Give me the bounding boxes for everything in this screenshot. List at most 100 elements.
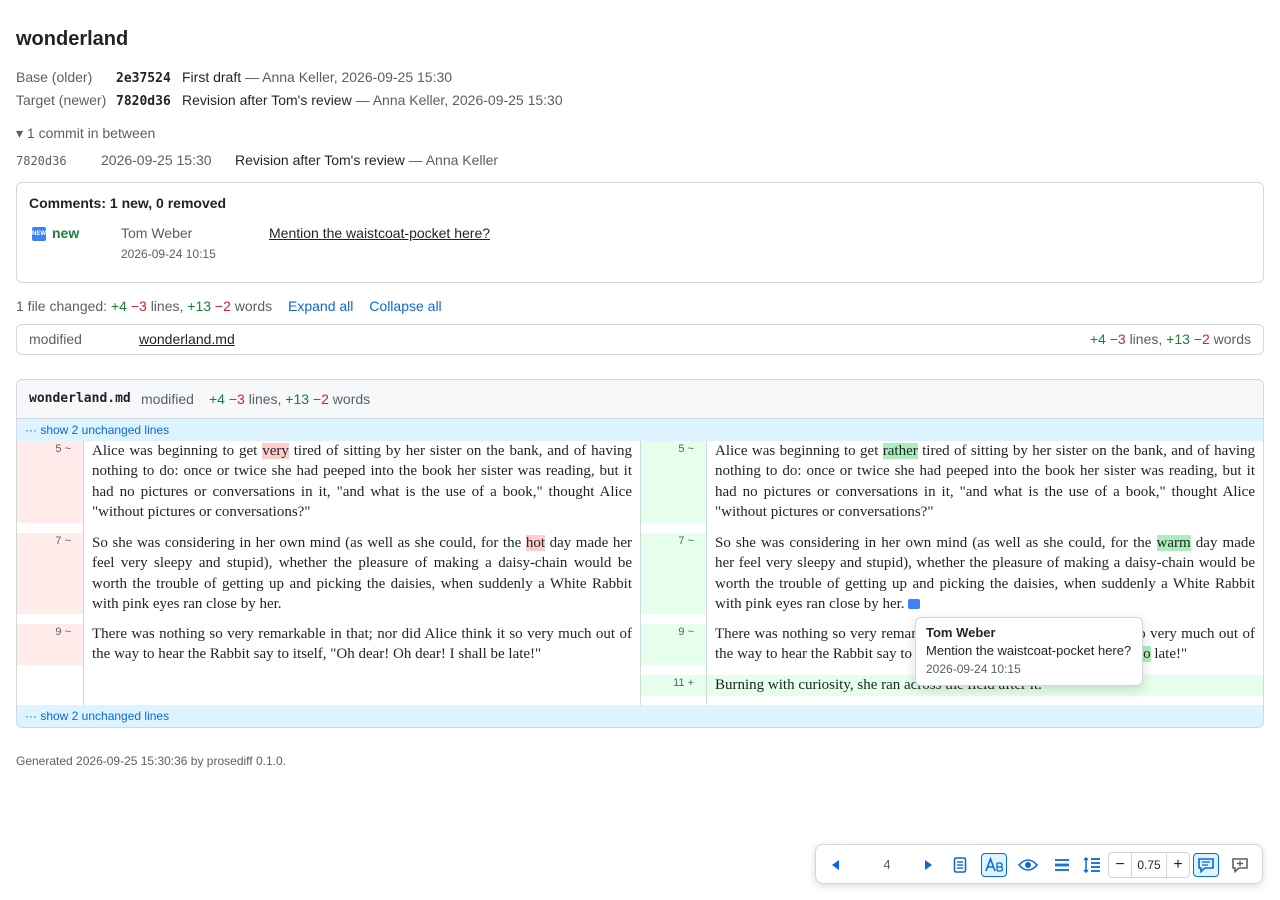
- comment-add-icon[interactable]: [1227, 853, 1253, 877]
- diff-lines-word: lines,: [248, 391, 282, 407]
- zoom-in-button[interactable]: +: [1167, 853, 1189, 877]
- between-author: — Anna Keller: [408, 152, 499, 168]
- comment-icon[interactable]: [1193, 853, 1219, 877]
- comment-link[interactable]: Mention the waistcoat-pocket here?: [269, 225, 490, 241]
- left-line-number: 5 ~: [17, 441, 83, 523]
- tooltip-author: Tom Weber: [926, 625, 996, 640]
- show-unchanged-bottom[interactable]: ··· show 2 unchanged lines: [17, 705, 1263, 727]
- diff-words-word: words: [332, 391, 371, 407]
- left-paragraph: Alice was beginning to get very tired of…: [92, 441, 632, 522]
- document-icon[interactable]: [947, 853, 973, 877]
- diff-words-add: +13: [285, 391, 310, 407]
- left-text: So she was considering in her own mind (…: [92, 535, 526, 551]
- summary-lines-add: +4: [110, 298, 127, 314]
- left-text: Alice was beginning to get: [92, 443, 263, 459]
- align-icon[interactable]: [1049, 853, 1075, 877]
- right-text: So she was considering in her own mind (…: [715, 535, 1157, 551]
- target-meta: — Anna Keller, 2026-09-25 15:30: [355, 92, 563, 108]
- right-line-number: 11 +: [641, 675, 706, 696]
- summary-words-word: words: [234, 298, 273, 314]
- footer: Generated 2026-09-25 15:30:36 by prosedi…: [16, 754, 286, 768]
- comments-panel: Comments: 1 new, 0 removed NEW new Tom W…: [16, 182, 1264, 283]
- summary-words-add: +13: [187, 298, 212, 314]
- comment-tooltip: Tom Weber Mention the waistcoat-pocket h…: [915, 617, 1143, 686]
- right-added-word: rather: [882, 443, 918, 459]
- expand-all-link[interactable]: Expand all: [288, 298, 353, 314]
- file-words-add: +13: [1166, 331, 1190, 347]
- comment-status: new: [52, 225, 80, 241]
- target-commit-row: Target (newer) 7820d36 Revision after Tom'…: [16, 90, 563, 110]
- page-number[interactable]: 4: [872, 853, 902, 877]
- tooltip-text: Mention the waistcoat-pocket here?: [926, 643, 1132, 658]
- between-date: 2026-09-25 15:30: [101, 152, 212, 168]
- tooltip-date: 2026-09-24 10:15: [926, 662, 1021, 676]
- target-message: Revision after Tom's review: [182, 92, 352, 108]
- file-lines-word: lines,: [1129, 331, 1163, 347]
- left-deleted-word: hot: [525, 535, 545, 551]
- collapse-all-link[interactable]: Collapse all: [369, 298, 441, 314]
- file-stats: +4 −3 lines, +13 −2 words: [1090, 325, 1251, 354]
- right-added-word: warm: [1156, 535, 1191, 551]
- new-icon: NEW: [32, 227, 46, 241]
- right-text: Alice was beginning to get: [715, 443, 883, 459]
- prev-arrow-icon[interactable]: [823, 853, 849, 877]
- left-text: There was nothing so very remarkable in …: [92, 626, 632, 663]
- right-paragraph: Alice was beginning to get rather tired …: [715, 441, 1255, 522]
- file-link[interactable]: wonderland.md: [139, 325, 235, 354]
- show-unchanged-top[interactable]: ··· show 2 unchanged lines: [17, 419, 1263, 441]
- right-gutter-divider: [706, 441, 707, 705]
- file-lines-del: −3: [1109, 331, 1126, 347]
- right-text: late!": [1150, 646, 1188, 663]
- right-line-number: 9 ~: [641, 624, 706, 665]
- base-commit-row: Base (older) 2e37524 First draft — Anna Ke…: [16, 67, 452, 87]
- commits-between-toggle[interactable]: ▾ 1 commit in between: [16, 124, 155, 142]
- summary-prefix: 1 file changed:: [16, 298, 108, 314]
- left-deleted-word: very: [262, 443, 289, 459]
- diff-lines-del: −3: [228, 391, 245, 407]
- left-paragraph: There was nothing so very remarkable in …: [92, 624, 632, 665]
- file-words-del: −2: [1193, 331, 1210, 347]
- comment-date: 2026-09-24 10:15: [121, 247, 216, 261]
- diff-header: wonderland.md modified +4 −3 lines, +13 …: [17, 380, 1263, 419]
- right-line-number: 5 ~: [641, 441, 706, 523]
- zoom-value[interactable]: 0.75: [1131, 853, 1167, 877]
- base-hash: 2e37524: [116, 71, 171, 86]
- change-summary: 1 file changed: +4 −3 lines, +13 −2 word…: [16, 296, 442, 316]
- diff-file-name: wonderland.md: [29, 391, 131, 406]
- base-meta: — Anna Keller, 2026-09-25 15:30: [245, 69, 453, 85]
- target-label: Target (newer): [16, 92, 107, 108]
- file-lines-add: +4: [1089, 331, 1106, 347]
- left-line-number: 9 ~: [17, 624, 83, 665]
- between-hash: 7820d36: [16, 154, 67, 168]
- summary-lines-del: −3: [130, 298, 147, 314]
- comment-marker-icon[interactable]: [908, 599, 921, 610]
- right-paragraph: So she was considering in her own mind (…: [715, 533, 1255, 614]
- diff-words-del: −2: [312, 391, 329, 407]
- left-gutter-divider: [83, 441, 84, 705]
- floating-toolbar: 4 − 0.75 +: [815, 844, 1263, 884]
- right-line-number: 7 ~: [641, 533, 706, 614]
- target-hash: 7820d36: [116, 94, 171, 109]
- comment-author: Tom Weber: [121, 225, 193, 241]
- left-paragraph: So she was considering in her own mind (…: [92, 533, 632, 614]
- file-words-word: words: [1213, 331, 1251, 347]
- between-commit-row: 7820d36 2026-09-25 15:30 Revision after To…: [16, 150, 498, 171]
- diff-lines-add: +4: [209, 391, 225, 407]
- zoom-control: − 0.75 +: [1108, 852, 1190, 878]
- next-arrow-icon[interactable]: [915, 853, 941, 877]
- file-list-row: modified wonderland.md +4 −3 lines, +13 …: [16, 324, 1264, 355]
- base-message: First draft: [182, 69, 242, 85]
- summary-words-del: −2: [214, 298, 231, 314]
- diff-stats: +4 −3 lines, +13 −2 words: [209, 380, 370, 418]
- eye-icon[interactable]: [1015, 853, 1041, 877]
- between-message: Revision after Tom's review: [235, 152, 405, 168]
- left-line-number: 7 ~: [17, 533, 83, 614]
- summary-lines-word: lines,: [150, 298, 184, 314]
- base-label: Base (older): [16, 69, 93, 85]
- comments-title: Comments: 1 new, 0 removed: [29, 195, 227, 211]
- zoom-out-button[interactable]: −: [1109, 853, 1131, 877]
- text-case-icon[interactable]: [981, 853, 1007, 877]
- line-height-icon[interactable]: [1079, 853, 1105, 877]
- file-state: modified: [29, 331, 82, 347]
- page-title: wonderland: [16, 28, 129, 50]
